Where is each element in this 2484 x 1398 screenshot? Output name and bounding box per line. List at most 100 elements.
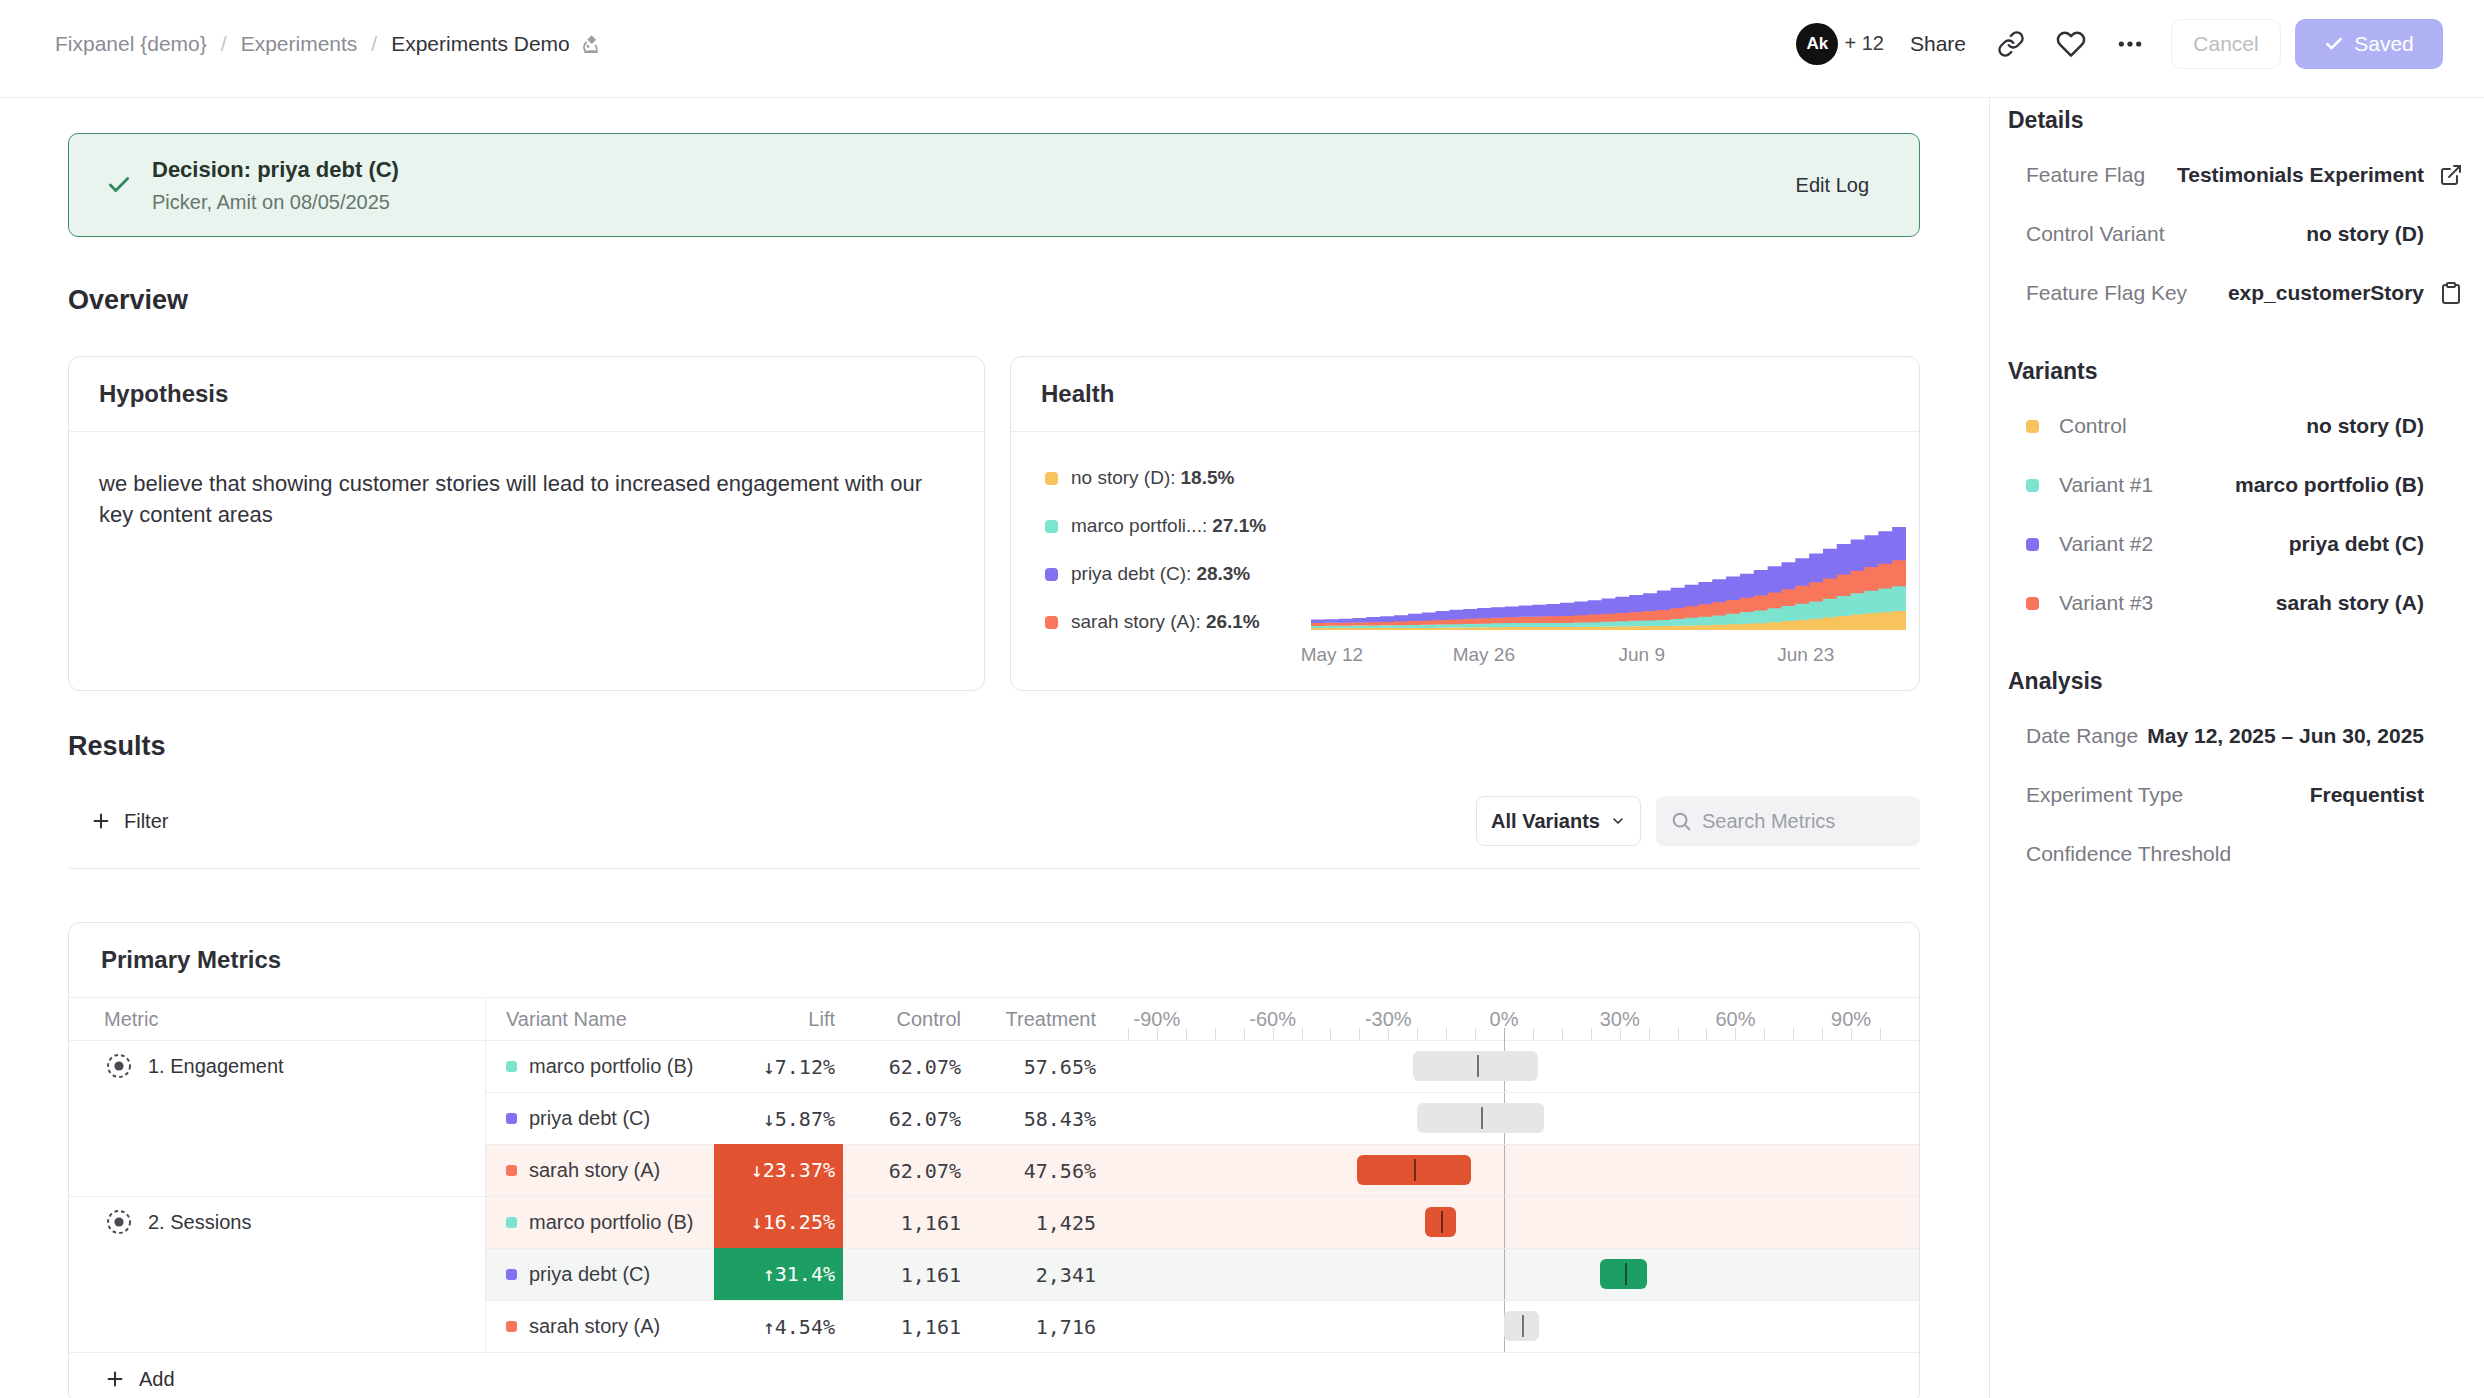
legend-value: 27.1% — [1212, 515, 1266, 537]
cancel-button[interactable]: Cancel — [2171, 19, 2281, 69]
axis-tick — [1764, 1028, 1765, 1040]
search-icon — [1670, 810, 1692, 832]
hypothesis-card: Hypothesis we believe that showing custo… — [68, 356, 985, 691]
treatment-value: 57.65% — [969, 1055, 1096, 1079]
variant-swatch — [506, 1269, 517, 1280]
analysis-value: Frequentist — [2310, 783, 2424, 807]
breadcrumb-separator: / — [221, 32, 227, 56]
metric-name: 1. Engagement — [148, 1055, 284, 1078]
legend-swatch — [1045, 472, 1058, 485]
breadcrumb-project[interactable]: Fixpanel {demo} — [55, 32, 207, 56]
variant-swatch — [506, 1165, 517, 1176]
column-header-metric: Metric — [104, 998, 304, 1040]
analysis-label: Confidence Threshold — [2026, 842, 2231, 866]
axis-tick — [1215, 1028, 1216, 1040]
legend-value: 28.3% — [1196, 563, 1250, 585]
variant-name: priya debt (C) — [529, 1263, 650, 1286]
legend-item[interactable]: priya debt (C):28.3% — [1045, 561, 1266, 587]
avatar[interactable]: Ak — [1796, 23, 1838, 65]
check-icon — [2324, 34, 2344, 54]
variants-dropdown[interactable]: All Variants — [1476, 796, 1641, 846]
header-divider — [69, 1040, 1919, 1041]
axis-tick — [1244, 1028, 1245, 1040]
axis-tick — [1273, 1028, 1274, 1040]
detail-value: Testimonials Experiment — [2177, 163, 2424, 187]
detail-label: Feature Flag — [2026, 163, 2145, 187]
microscope-emoji-icon — [579, 32, 603, 56]
clipboard-icon[interactable] — [2439, 281, 2463, 305]
breadcrumb-experiments[interactable]: Experiments — [241, 32, 358, 56]
analysis-row: Date Range May 12, 2025 – Jun 30, 2025 — [2026, 723, 2464, 749]
legend-item[interactable]: sarah story (A):26.1% — [1045, 609, 1266, 635]
lift-value: ↓7.12% — [714, 1055, 835, 1079]
legend-label: priya debt (C): — [1071, 563, 1191, 585]
results-heading: Results — [68, 731, 1920, 762]
axis-tick — [1793, 1028, 1794, 1040]
variant-swatch — [506, 1321, 517, 1332]
external-link-icon[interactable] — [2439, 163, 2463, 187]
x-axis-label: May 26 — [1453, 644, 1515, 666]
variant-name: sarah story (A) — [529, 1159, 660, 1182]
variants-dropdown-label: All Variants — [1491, 810, 1600, 833]
more-options-icon[interactable] — [2117, 31, 2143, 57]
variant-name: marco portfolio (B) — [529, 1055, 694, 1078]
overview-heading: Overview — [68, 285, 1920, 316]
metric-column-divider — [485, 998, 486, 1352]
search-metrics — [1656, 796, 1920, 846]
chevron-down-icon — [1610, 813, 1626, 829]
axis-tick — [1128, 1028, 1129, 1040]
legend-value: 18.5% — [1181, 467, 1235, 489]
legend-item[interactable]: no story (D):18.5% — [1045, 465, 1266, 491]
variant-row: Variant #1marco portfolio (B) — [2026, 472, 2464, 498]
metric-target-icon — [104, 1207, 134, 1237]
health-title: Health — [1011, 357, 1919, 432]
detail-label: Feature Flag Key — [2026, 281, 2187, 305]
variant-value: priya debt (C) — [2289, 532, 2424, 556]
ci-midpoint-marker — [1441, 1211, 1443, 1233]
copy-link-icon[interactable] — [1997, 30, 2025, 58]
variant-label: Variant #3 — [2059, 591, 2153, 615]
axis-tick — [1562, 1028, 1563, 1040]
group-divider — [69, 1196, 1919, 1197]
analysis-label: Experiment Type — [2026, 783, 2183, 807]
analysis-label: Date Range — [2026, 724, 2138, 748]
axis-tick — [1302, 1028, 1303, 1040]
edit-log-button[interactable]: Edit Log — [1796, 174, 1869, 197]
row-divider — [486, 1092, 1919, 1093]
legend-swatch — [1045, 616, 1058, 629]
results-divider — [68, 868, 1920, 869]
control-value: 62.07% — [843, 1055, 961, 1079]
analysis-heading: Analysis — [2008, 667, 2464, 695]
axis-tick — [1157, 1028, 1158, 1040]
collaborator-count[interactable]: + 12 — [1844, 32, 1883, 55]
saved-button[interactable]: Saved — [2295, 19, 2443, 69]
variant-color-swatch — [2026, 420, 2039, 433]
variant-label: Variant #1 — [2059, 473, 2153, 497]
variants-heading: Variants — [2008, 357, 2464, 385]
breadcrumb-current-page: Experiments Demo — [391, 32, 603, 56]
analysis-value: May 12, 2025 – Jun 30, 2025 — [2147, 724, 2424, 748]
lift-value-highlighted: ↓16.25% — [714, 1196, 843, 1248]
axis-tick — [1822, 1028, 1823, 1040]
share-button[interactable]: Share — [1910, 32, 1966, 56]
axis-tick — [1359, 1028, 1360, 1040]
add-filter-button[interactable]: Filter — [90, 810, 168, 833]
variant-label: Variant #2 — [2059, 532, 2153, 556]
column-header-treatment: Treatment — [969, 998, 1096, 1040]
hypothesis-title: Hypothesis — [69, 357, 984, 432]
x-axis-label: Jun 9 — [1619, 644, 1665, 666]
variant-swatch — [506, 1217, 517, 1228]
detail-value: no story (D) — [2306, 222, 2424, 246]
legend-swatch — [1045, 568, 1058, 581]
row-tint-positive — [486, 1248, 1919, 1300]
legend-item[interactable]: marco portfoli...:27.1% — [1045, 513, 1266, 539]
add-metric-button[interactable]: Add — [104, 1368, 175, 1391]
breadcrumb: Fixpanel {demo} / Experiments / Experime… — [55, 32, 603, 56]
hypothesis-text: we believe that showing customer stories… — [99, 468, 929, 530]
axis-tick — [1388, 1028, 1389, 1040]
favorite-heart-icon[interactable] — [2056, 29, 2086, 59]
lift-value: ↓5.87% — [714, 1107, 835, 1131]
axis-tick — [1186, 1028, 1187, 1040]
health-chart-x-labels: May 12May 26Jun 9Jun 23 — [1311, 644, 1907, 670]
search-metrics-input[interactable] — [1702, 810, 1902, 833]
